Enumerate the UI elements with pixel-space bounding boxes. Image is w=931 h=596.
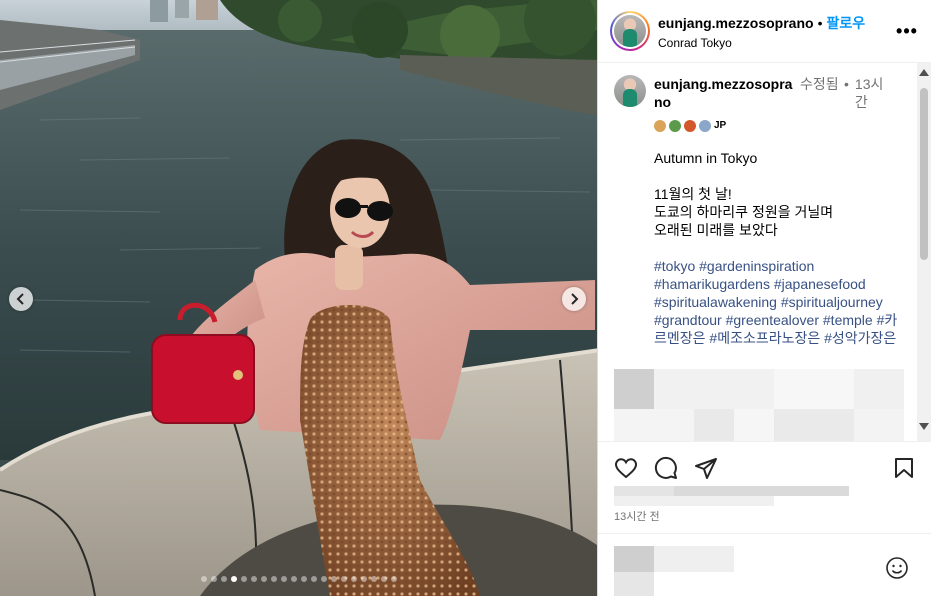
carousel-dot <box>290 576 297 582</box>
blurred-comment <box>614 369 904 441</box>
instagram-post-modal: eunjang.mezzosoprano • 팔로우 Conrad Tokyo … <box>0 0 931 596</box>
blurred-comment-input <box>614 546 734 596</box>
separator-dot: • <box>817 14 823 31</box>
carousel-dot <box>390 576 397 582</box>
caption-username[interactable]: eunjang.mezzosoprano <box>654 75 794 111</box>
carousel-dot <box>300 576 307 582</box>
caption-avatar[interactable] <box>614 75 646 107</box>
post-sidebar: eunjang.mezzosoprano • 팔로우 Conrad Tokyo … <box>597 0 931 596</box>
scroll-thumb[interactable] <box>920 88 928 260</box>
comments-scroll-area[interactable]: eunjang.mezzosoprano 수정됨 • 13시간 JP Autum… <box>598 63 916 441</box>
bookmark-icon[interactable] <box>892 456 916 480</box>
carousel-dot <box>360 576 367 582</box>
caption-hashtags[interactable]: #tokyo #gardeninspiration #hamarikugarde… <box>654 257 909 347</box>
scroll-down-arrow-icon[interactable] <box>919 423 929 430</box>
airplane-emoji-icon <box>699 120 711 132</box>
carousel-dot <box>350 576 357 582</box>
author-username[interactable]: eunjang.mezzosoprano <box>658 15 814 31</box>
carousel-dot <box>330 576 337 582</box>
carousel-dot <box>310 576 317 582</box>
more-icon: ••• <box>896 20 918 41</box>
post-media <box>0 0 597 596</box>
author-avatar <box>614 15 646 47</box>
author-avatar-story-ring[interactable] <box>610 11 650 51</box>
caption-time: 13시간 <box>854 76 884 110</box>
carousel-dot <box>380 576 387 582</box>
carousel-dot <box>320 576 327 582</box>
carousel-next-button[interactable] <box>562 287 586 311</box>
emoji-row: JP <box>654 117 909 135</box>
carousel-dot <box>240 576 247 582</box>
maple-leaf-emoji-icon <box>684 120 696 132</box>
meta-dot: • <box>844 76 849 92</box>
chevron-left-icon <box>16 293 24 305</box>
carousel-dot <box>260 576 267 582</box>
carousel-dot <box>340 576 347 582</box>
carousel-dot <box>270 576 277 582</box>
carousel-indicator <box>0 576 597 582</box>
leaf-emoji-icon <box>669 120 681 132</box>
carousel-dot <box>280 576 287 582</box>
carousel-dot <box>370 576 377 582</box>
edited-label: 수정됨 <box>800 76 839 92</box>
emoji-icon[interactable] <box>885 556 909 580</box>
carousel-dot <box>210 576 217 582</box>
caption: eunjang.mezzosoprano 수정됨 • 13시간 JP Autum… <box>598 63 916 347</box>
send-icon[interactable] <box>694 456 718 480</box>
follow-button[interactable]: 팔로우 <box>826 13 865 33</box>
scroll-up-arrow-icon[interactable] <box>919 69 929 76</box>
add-comment-bar <box>598 533 931 596</box>
post-photo <box>0 0 597 596</box>
cookie-emoji-icon <box>654 120 666 132</box>
heart-icon[interactable] <box>614 456 638 480</box>
carousel-dot <box>200 576 207 582</box>
chevron-right-icon <box>571 293 579 305</box>
carousel-dot <box>230 576 237 582</box>
comments-scrollbar[interactable] <box>917 63 931 441</box>
carousel-prev-button[interactable] <box>9 287 33 311</box>
blurred-likes <box>614 486 849 506</box>
more-options-button[interactable]: ••• <box>895 21 919 42</box>
comment-icon[interactable] <box>654 456 678 480</box>
post-timestamp: 13시간 전 <box>614 511 660 523</box>
post-header: eunjang.mezzosoprano • 팔로우 Conrad Tokyo … <box>598 0 931 63</box>
caption-text: Autumn in Tokyo 11월의 첫 날! 도쿄의 하마리쿠 정원을 거… <box>654 150 834 238</box>
carousel-dot <box>250 576 257 582</box>
carousel-dot <box>220 576 227 582</box>
post-location[interactable]: Conrad Tokyo <box>658 36 895 50</box>
country-code: JP <box>714 120 727 131</box>
